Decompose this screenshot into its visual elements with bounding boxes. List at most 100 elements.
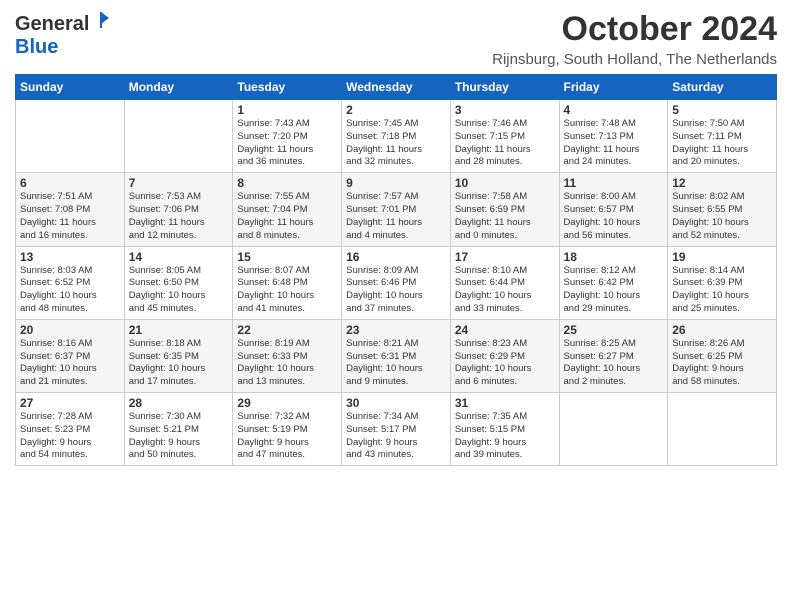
- logo-flag-icon: [91, 10, 111, 30]
- col-thursday: Thursday: [450, 75, 559, 100]
- table-row: 31Sunrise: 7:35 AM Sunset: 5:15 PM Dayli…: [450, 393, 559, 466]
- header: General Blue October 2024 Rijnsburg, Sou…: [15, 10, 777, 68]
- day-info: Sunrise: 8:12 AM Sunset: 6:42 PM Dayligh…: [564, 265, 664, 316]
- calendar-week-row: 1Sunrise: 7:43 AM Sunset: 7:20 PM Daylig…: [16, 100, 777, 173]
- day-info: Sunrise: 7:50 AM Sunset: 7:11 PM Dayligh…: [672, 118, 772, 169]
- day-info: Sunrise: 8:09 AM Sunset: 6:46 PM Dayligh…: [346, 265, 446, 316]
- table-row: 8Sunrise: 7:55 AM Sunset: 7:04 PM Daylig…: [233, 173, 342, 246]
- day-info: Sunrise: 7:45 AM Sunset: 7:18 PM Dayligh…: [346, 118, 446, 169]
- day-info: Sunrise: 7:51 AM Sunset: 7:08 PM Dayligh…: [20, 191, 120, 242]
- table-row: 25Sunrise: 8:25 AM Sunset: 6:27 PM Dayli…: [559, 319, 668, 392]
- day-number: 11: [564, 176, 664, 190]
- col-wednesday: Wednesday: [342, 75, 451, 100]
- day-number: 17: [455, 250, 555, 264]
- table-row: 12Sunrise: 8:02 AM Sunset: 6:55 PM Dayli…: [668, 173, 777, 246]
- table-row: 29Sunrise: 7:32 AM Sunset: 5:19 PM Dayli…: [233, 393, 342, 466]
- day-info: Sunrise: 8:16 AM Sunset: 6:37 PM Dayligh…: [20, 338, 120, 389]
- logo-text: General: [15, 10, 111, 36]
- table-row: 23Sunrise: 8:21 AM Sunset: 6:31 PM Dayli…: [342, 319, 451, 392]
- table-row: 20Sunrise: 8:16 AM Sunset: 6:37 PM Dayli…: [16, 319, 125, 392]
- table-row: 21Sunrise: 8:18 AM Sunset: 6:35 PM Dayli…: [124, 319, 233, 392]
- day-info: Sunrise: 8:14 AM Sunset: 6:39 PM Dayligh…: [672, 265, 772, 316]
- table-row: 26Sunrise: 8:26 AM Sunset: 6:25 PM Dayli…: [668, 319, 777, 392]
- day-number: 16: [346, 250, 446, 264]
- day-number: 25: [564, 323, 664, 337]
- col-monday: Monday: [124, 75, 233, 100]
- day-number: 18: [564, 250, 664, 264]
- day-info: Sunrise: 7:53 AM Sunset: 7:06 PM Dayligh…: [129, 191, 229, 242]
- day-number: 2: [346, 103, 446, 117]
- table-row: 11Sunrise: 8:00 AM Sunset: 6:57 PM Dayli…: [559, 173, 668, 246]
- day-info: Sunrise: 8:18 AM Sunset: 6:35 PM Dayligh…: [129, 338, 229, 389]
- table-row: 9Sunrise: 7:57 AM Sunset: 7:01 PM Daylig…: [342, 173, 451, 246]
- day-number: 22: [237, 323, 337, 337]
- table-row: 2Sunrise: 7:45 AM Sunset: 7:18 PM Daylig…: [342, 100, 451, 173]
- table-row: 13Sunrise: 8:03 AM Sunset: 6:52 PM Dayli…: [16, 246, 125, 319]
- day-number: 24: [455, 323, 555, 337]
- title-section: October 2024 Rijnsburg, South Holland, T…: [492, 10, 777, 68]
- table-row: 5Sunrise: 7:50 AM Sunset: 7:11 PM Daylig…: [668, 100, 777, 173]
- day-number: 12: [672, 176, 772, 190]
- table-row: [559, 393, 668, 466]
- calendar-week-row: 20Sunrise: 8:16 AM Sunset: 6:37 PM Dayli…: [16, 319, 777, 392]
- day-info: Sunrise: 7:28 AM Sunset: 5:23 PM Dayligh…: [20, 411, 120, 462]
- day-info: Sunrise: 7:35 AM Sunset: 5:15 PM Dayligh…: [455, 411, 555, 462]
- day-info: Sunrise: 7:57 AM Sunset: 7:01 PM Dayligh…: [346, 191, 446, 242]
- month-title: October 2024: [492, 10, 777, 49]
- col-saturday: Saturday: [668, 75, 777, 100]
- calendar-week-row: 6Sunrise: 7:51 AM Sunset: 7:08 PM Daylig…: [16, 173, 777, 246]
- day-number: 10: [455, 176, 555, 190]
- logo-blue: Blue: [15, 36, 58, 59]
- table-row: 16Sunrise: 8:09 AM Sunset: 6:46 PM Dayli…: [342, 246, 451, 319]
- table-row: 24Sunrise: 8:23 AM Sunset: 6:29 PM Dayli…: [450, 319, 559, 392]
- day-info: Sunrise: 8:19 AM Sunset: 6:33 PM Dayligh…: [237, 338, 337, 389]
- day-number: 9: [346, 176, 446, 190]
- day-info: Sunrise: 8:10 AM Sunset: 6:44 PM Dayligh…: [455, 265, 555, 316]
- day-number: 26: [672, 323, 772, 337]
- table-row: 14Sunrise: 8:05 AM Sunset: 6:50 PM Dayli…: [124, 246, 233, 319]
- table-row: 15Sunrise: 8:07 AM Sunset: 6:48 PM Dayli…: [233, 246, 342, 319]
- table-row: 4Sunrise: 7:48 AM Sunset: 7:13 PM Daylig…: [559, 100, 668, 173]
- day-number: 29: [237, 396, 337, 410]
- day-info: Sunrise: 7:43 AM Sunset: 7:20 PM Dayligh…: [237, 118, 337, 169]
- day-info: Sunrise: 7:58 AM Sunset: 6:59 PM Dayligh…: [455, 191, 555, 242]
- day-info: Sunrise: 7:30 AM Sunset: 5:21 PM Dayligh…: [129, 411, 229, 462]
- day-number: 15: [237, 250, 337, 264]
- day-number: 8: [237, 176, 337, 190]
- calendar-week-row: 13Sunrise: 8:03 AM Sunset: 6:52 PM Dayli…: [16, 246, 777, 319]
- day-number: 4: [564, 103, 664, 117]
- table-row: 6Sunrise: 7:51 AM Sunset: 7:08 PM Daylig…: [16, 173, 125, 246]
- table-row: 27Sunrise: 7:28 AM Sunset: 5:23 PM Dayli…: [16, 393, 125, 466]
- day-info: Sunrise: 8:05 AM Sunset: 6:50 PM Dayligh…: [129, 265, 229, 316]
- table-row: 1Sunrise: 7:43 AM Sunset: 7:20 PM Daylig…: [233, 100, 342, 173]
- day-number: 6: [20, 176, 120, 190]
- calendar-header-row: Sunday Monday Tuesday Wednesday Thursday…: [16, 75, 777, 100]
- day-info: Sunrise: 8:03 AM Sunset: 6:52 PM Dayligh…: [20, 265, 120, 316]
- col-friday: Friday: [559, 75, 668, 100]
- day-info: Sunrise: 8:00 AM Sunset: 6:57 PM Dayligh…: [564, 191, 664, 242]
- day-info: Sunrise: 8:25 AM Sunset: 6:27 PM Dayligh…: [564, 338, 664, 389]
- page: General Blue October 2024 Rijnsburg, Sou…: [0, 0, 792, 476]
- calendar-week-row: 27Sunrise: 7:28 AM Sunset: 5:23 PM Dayli…: [16, 393, 777, 466]
- day-number: 28: [129, 396, 229, 410]
- day-number: 5: [672, 103, 772, 117]
- day-info: Sunrise: 7:55 AM Sunset: 7:04 PM Dayligh…: [237, 191, 337, 242]
- day-number: 20: [20, 323, 120, 337]
- day-info: Sunrise: 8:26 AM Sunset: 6:25 PM Dayligh…: [672, 338, 772, 389]
- day-info: Sunrise: 7:48 AM Sunset: 7:13 PM Dayligh…: [564, 118, 664, 169]
- day-info: Sunrise: 8:07 AM Sunset: 6:48 PM Dayligh…: [237, 265, 337, 316]
- day-info: Sunrise: 8:02 AM Sunset: 6:55 PM Dayligh…: [672, 191, 772, 242]
- location: Rijnsburg, South Holland, The Netherland…: [492, 51, 777, 68]
- day-number: 21: [129, 323, 229, 337]
- logo-general: General: [15, 13, 89, 36]
- table-row: 30Sunrise: 7:34 AM Sunset: 5:17 PM Dayli…: [342, 393, 451, 466]
- table-row: 7Sunrise: 7:53 AM Sunset: 7:06 PM Daylig…: [124, 173, 233, 246]
- table-row: 3Sunrise: 7:46 AM Sunset: 7:15 PM Daylig…: [450, 100, 559, 173]
- day-info: Sunrise: 7:46 AM Sunset: 7:15 PM Dayligh…: [455, 118, 555, 169]
- day-number: 1: [237, 103, 337, 117]
- day-number: 7: [129, 176, 229, 190]
- day-number: 3: [455, 103, 555, 117]
- day-info: Sunrise: 8:21 AM Sunset: 6:31 PM Dayligh…: [346, 338, 446, 389]
- col-tuesday: Tuesday: [233, 75, 342, 100]
- table-row: [124, 100, 233, 173]
